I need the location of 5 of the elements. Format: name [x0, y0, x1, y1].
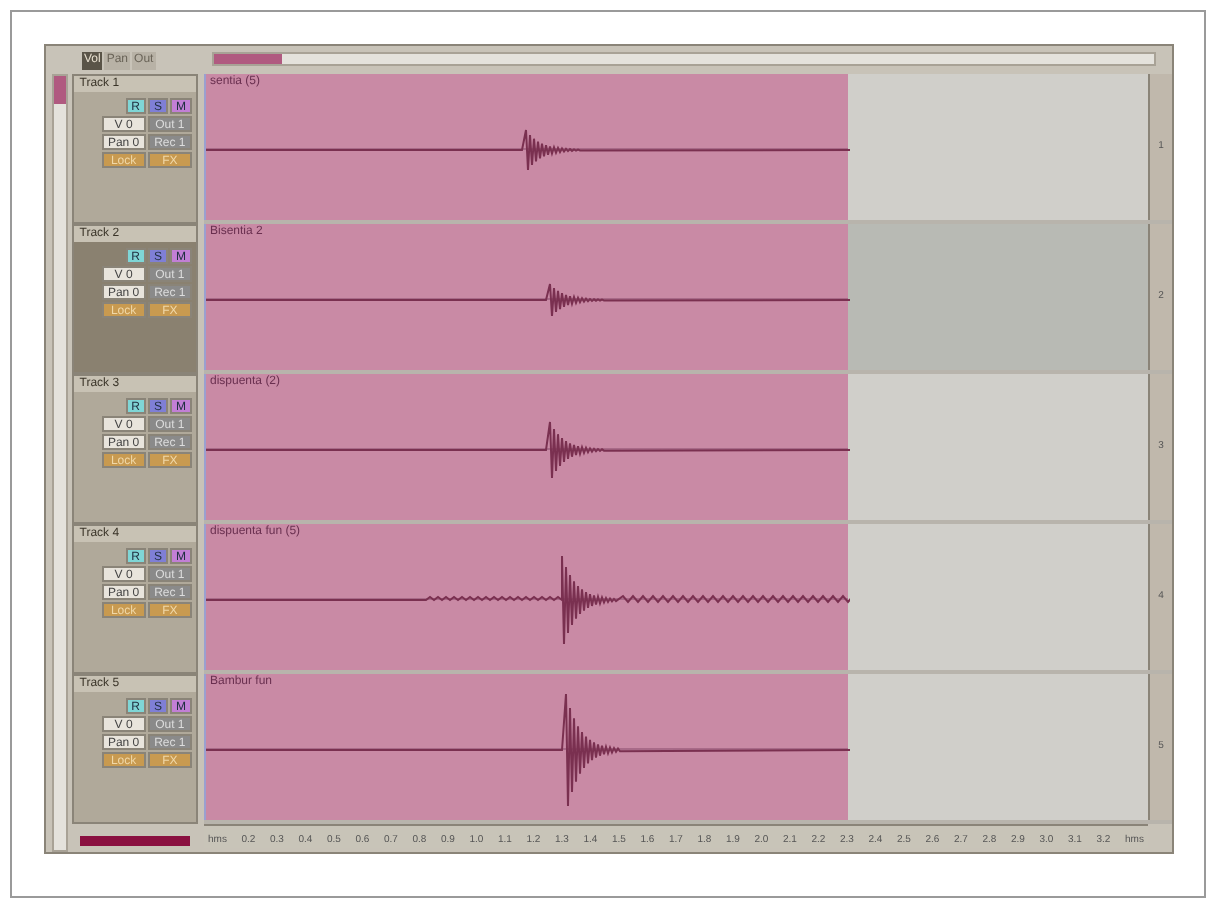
vertical-scrollbar[interactable] — [52, 74, 68, 852]
scrollbar-thumb[interactable] — [54, 76, 66, 104]
overview-scrollbar[interactable] — [212, 52, 1156, 66]
level-bar — [79, 836, 190, 846]
scrollbar-thumb[interactable] — [214, 54, 282, 64]
